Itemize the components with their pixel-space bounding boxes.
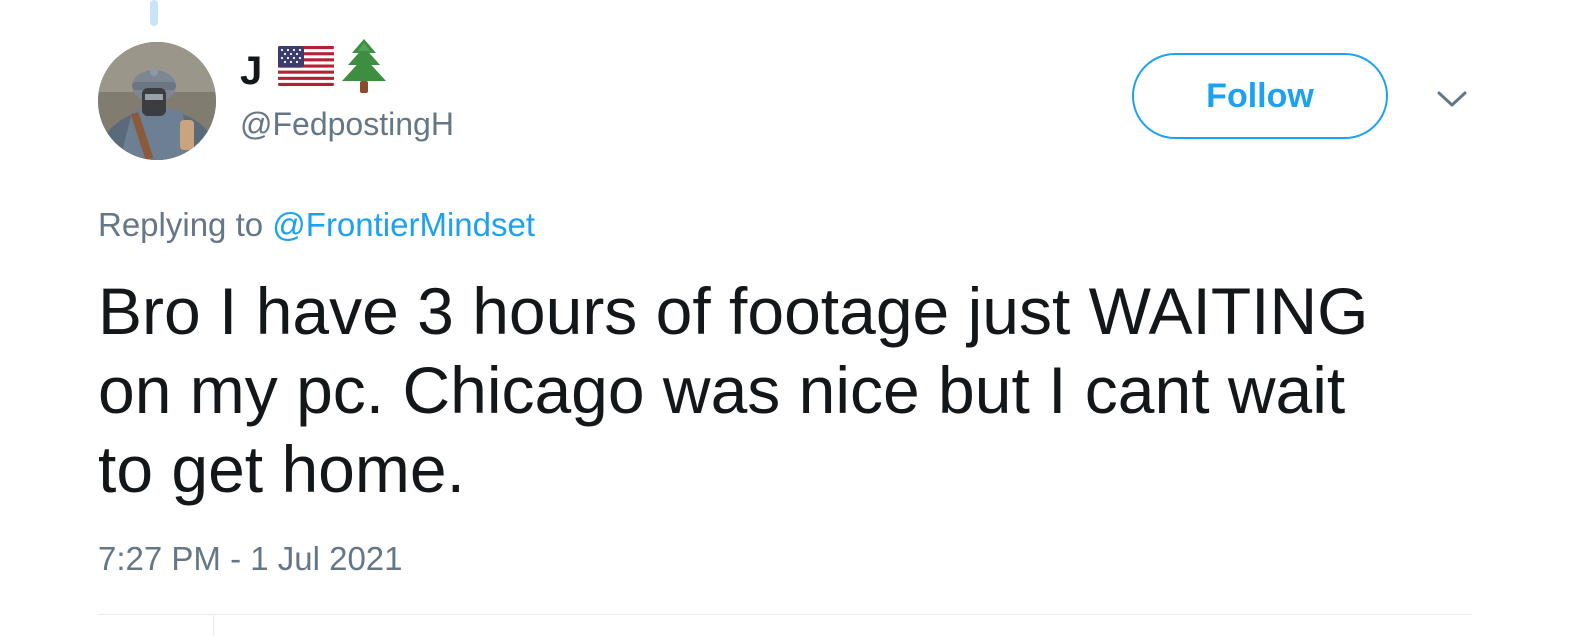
divider <box>98 614 1472 615</box>
user-handle[interactable]: @FedpostingH <box>240 106 454 143</box>
replying-to-label: Replying to <box>98 206 264 243</box>
tweet-text-line: on my pc. Chicago was nice but I cant wa… <box>98 353 1346 427</box>
follow-button[interactable]: Follow <box>1132 53 1388 139</box>
tweet-timestamp[interactable]: 7:27 PM - 1 Jul 2021 <box>98 540 403 578</box>
avatar-soldier-photo <box>98 42 216 160</box>
tweet-text-line: Bro I have 3 hours of footage just WAITI… <box>98 274 1369 348</box>
tweet-detail-page: J @FedpostingH Follow Replying to @Front… <box>0 0 1596 636</box>
evergreen-tree-emoji <box>340 39 388 103</box>
tweet-text-line: to get home. <box>98 432 465 506</box>
chevron-down-icon[interactable] <box>1434 84 1470 114</box>
replying-to-line: Replying to @FrontierMindset <box>98 206 535 244</box>
thread-connector-line <box>150 0 158 26</box>
display-name[interactable]: J <box>240 39 394 96</box>
display-name-text: J <box>240 48 263 93</box>
flag-usa-emoji <box>278 46 335 96</box>
tweet-text: Bro I have 3 hours of footage just WAITI… <box>98 272 1458 509</box>
divider-tick <box>213 615 214 636</box>
replying-to-mention-link[interactable]: @FrontierMindset <box>272 206 535 243</box>
avatar[interactable] <box>98 42 216 160</box>
